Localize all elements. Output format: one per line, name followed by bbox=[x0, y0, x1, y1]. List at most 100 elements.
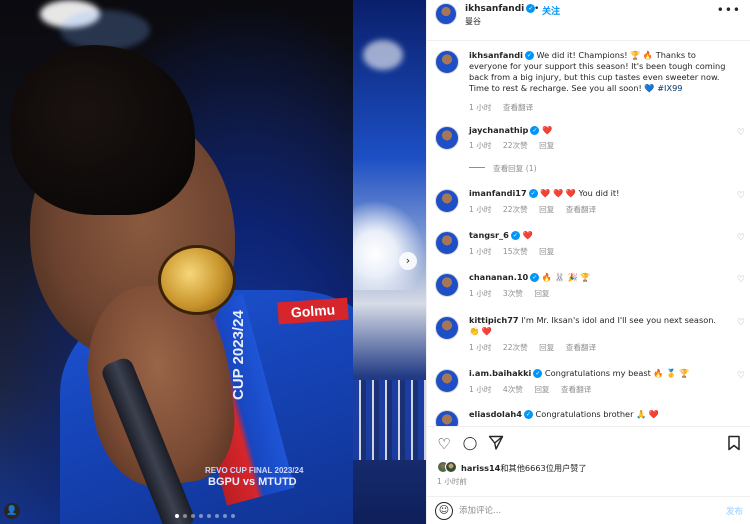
comment-input[interactable] bbox=[459, 502, 689, 520]
commenter-username[interactable]: i.am.baihakki bbox=[469, 368, 531, 378]
comment-body: ❤️ ❤️ ❤️ You did it! bbox=[537, 188, 620, 198]
header-separator: • bbox=[534, 4, 540, 14]
paper-plane-icon[interactable] bbox=[487, 435, 505, 453]
caption-author-avatar[interactable] bbox=[435, 50, 459, 74]
commenter-username[interactable]: kittipich77 bbox=[469, 315, 519, 325]
author-avatar[interactable] bbox=[435, 3, 457, 25]
carousel-next-button[interactable]: › bbox=[399, 252, 417, 270]
author-username[interactable]: ikhsanfandi ✓ bbox=[465, 4, 536, 14]
commenter-avatar[interactable] bbox=[435, 369, 459, 393]
carousel-dot[interactable] bbox=[207, 514, 211, 518]
comment-translate-link[interactable]: 查看翻译 bbox=[566, 343, 596, 352]
comment-reply-button[interactable]: 回复 bbox=[539, 205, 554, 214]
commenter-username[interactable]: jaychanathip bbox=[469, 125, 528, 135]
commenter-username[interactable]: tangsr_6 bbox=[469, 230, 509, 240]
caption-hashtag[interactable]: #IX99 bbox=[657, 83, 682, 93]
comment-like-heart-icon[interactable]: ♡ bbox=[737, 128, 745, 138]
verified-badge-icon: ✓ bbox=[524, 51, 534, 60]
commenter-username[interactable]: eliasdolah4 bbox=[469, 409, 522, 419]
comment-like-heart-icon[interactable]: ♡ bbox=[737, 371, 745, 381]
post-comment-button[interactable]: 发布 bbox=[726, 505, 743, 517]
post-actions-bar: ♡ ◯ bbox=[427, 426, 750, 460]
comment-meta: 1 小时 3次赞 回复 bbox=[469, 288, 559, 299]
comment-meta: 1 小时 22次赞 回复 查看翻译 bbox=[469, 342, 605, 353]
post-timestamp: 1 小时前 bbox=[437, 477, 468, 486]
liker-username[interactable]: hariss14 bbox=[461, 463, 500, 473]
comment-reply-button[interactable]: 回复 bbox=[534, 289, 549, 298]
comment-likes[interactable]: 3次赞 bbox=[503, 289, 523, 298]
emoji-icon[interactable]: ☺ bbox=[435, 502, 453, 520]
comment-text: chananan.10 ✓ 🔥 🐰 🎉 🏆 bbox=[469, 272, 727, 283]
verified-badge-icon: ✓ bbox=[530, 273, 540, 282]
chevron-right-icon: › bbox=[405, 254, 411, 267]
comment-text: imanfandi17 ✓ ❤️ ❤️ ❤️ You did it! bbox=[469, 188, 727, 199]
post-media-carousel[interactable]: Golmu CUP 2023/24 REVO CUP FINAL 2023/24… bbox=[0, 0, 426, 524]
follow-button[interactable]: 关注 bbox=[542, 4, 560, 17]
comment-translate-link[interactable]: 查看翻译 bbox=[566, 205, 596, 214]
comment-translate-link[interactable]: 查看翻译 bbox=[561, 385, 591, 394]
caption-username[interactable]: ikhsanfandi bbox=[469, 50, 523, 60]
commenter-username[interactable]: chananan.10 bbox=[469, 272, 528, 282]
comment-meta: 1 小时 22次赞 回复 bbox=[469, 140, 563, 151]
confetti-spark bbox=[353, 200, 426, 290]
caption-text: ikhsanfandi ✓ We did it! Champions! 🏆 🔥 T… bbox=[469, 50, 727, 94]
comment-time: 1 小时 bbox=[469, 343, 492, 352]
carousel-dot[interactable] bbox=[215, 514, 219, 518]
commenter-avatar[interactable] bbox=[435, 316, 459, 340]
comment-like-heart-icon[interactable]: ♡ bbox=[737, 191, 745, 201]
comment-like-heart-icon[interactable]: ♡ bbox=[737, 233, 745, 243]
view-replies-link[interactable]: 查看回复 (1) bbox=[469, 163, 537, 174]
comment-text: kittipich77 I'm Mr. Iksan's idol and I'l… bbox=[469, 315, 727, 337]
comment-reply-button[interactable]: 回复 bbox=[534, 385, 549, 394]
likes-rest: 和其他6663位用户赞了 bbox=[500, 463, 587, 473]
comment-reply-button[interactable]: 回复 bbox=[539, 343, 554, 352]
comment-composer: ☺ 发布 bbox=[427, 496, 750, 524]
gold-medal bbox=[158, 245, 236, 315]
comment-likes[interactable]: 22次赞 bbox=[503, 141, 528, 150]
author-username-text[interactable]: ikhsanfandi bbox=[465, 4, 524, 14]
carousel-dot[interactable] bbox=[199, 514, 203, 518]
commenter-avatar[interactable] bbox=[435, 189, 459, 213]
caption-time: 1 小时 bbox=[469, 103, 492, 112]
carousel-dot[interactable] bbox=[191, 514, 195, 518]
post-location[interactable]: 曼谷 bbox=[465, 16, 481, 27]
comment-time: 1 小时 bbox=[469, 385, 492, 394]
commenter-username[interactable]: imanfandi17 bbox=[469, 188, 527, 198]
verified-badge-icon: ✓ bbox=[528, 189, 538, 198]
comment-like-heart-icon[interactable]: ♡ bbox=[737, 275, 745, 285]
comment-body: Congratulations brother 🙏 ❤️ bbox=[532, 409, 660, 419]
jersey-final-text: REVO CUP FINAL 2023/24 bbox=[205, 466, 304, 475]
liker-avatar bbox=[445, 461, 457, 473]
heart-outline-icon[interactable]: ♡ bbox=[435, 435, 453, 453]
carousel-dot[interactable] bbox=[183, 514, 187, 518]
commenter-avatar[interactable] bbox=[435, 231, 459, 255]
comment-likes[interactable]: 22次赞 bbox=[503, 205, 528, 214]
comment-text: tangsr_6 ✓ ❤️ bbox=[469, 230, 727, 241]
bookmark-icon[interactable] bbox=[725, 435, 743, 453]
commenter-avatar[interactable] bbox=[435, 126, 459, 150]
view-replies-text[interactable]: 查看回复 (1) bbox=[493, 164, 537, 173]
tagged-user-icon[interactable]: 👤 bbox=[4, 503, 20, 519]
likes-text[interactable]: hariss14和其他6663位用户赞了 bbox=[461, 462, 587, 474]
caption-translate-link[interactable]: 查看翻译 bbox=[503, 103, 533, 112]
commenter-avatar[interactable] bbox=[435, 410, 459, 426]
verified-badge-icon: ✓ bbox=[523, 410, 533, 419]
comment-reply-button[interactable]: 回复 bbox=[539, 141, 554, 150]
post-sidebar: ikhsanfandi ✓ • 关注 曼谷 ••• ikhsanfandi ✓ We… bbox=[426, 0, 750, 524]
carousel-dot[interactable] bbox=[175, 514, 179, 518]
comment-likes[interactable]: 4次赞 bbox=[503, 385, 523, 394]
commenter-avatar[interactable] bbox=[435, 273, 459, 297]
carousel-photo-player-biting-medal: Golmu CUP 2023/24 REVO CUP FINAL 2023/24… bbox=[0, 0, 353, 524]
comment-like-heart-icon[interactable]: ♡ bbox=[737, 318, 745, 328]
comments-list[interactable]: ikhsanfandi ✓ We did it! Champions! 🏆 🔥 T… bbox=[427, 40, 750, 426]
comment-text: i.am.baihakki ✓ Congratulations my beast … bbox=[469, 368, 727, 379]
post-header: ikhsanfandi ✓ • 关注 曼谷 ••• bbox=[427, 0, 750, 28]
comment-likes[interactable]: 22次赞 bbox=[503, 343, 528, 352]
comment-bubble-icon[interactable]: ◯ bbox=[461, 435, 479, 453]
player-hair bbox=[10, 45, 195, 215]
comment-likes[interactable]: 15次赞 bbox=[503, 247, 528, 256]
carousel-dot[interactable] bbox=[223, 514, 227, 518]
more-horizontal-icon[interactable]: ••• bbox=[717, 3, 741, 17]
carousel-dot[interactable] bbox=[231, 514, 235, 518]
comment-reply-button[interactable]: 回复 bbox=[539, 247, 554, 256]
